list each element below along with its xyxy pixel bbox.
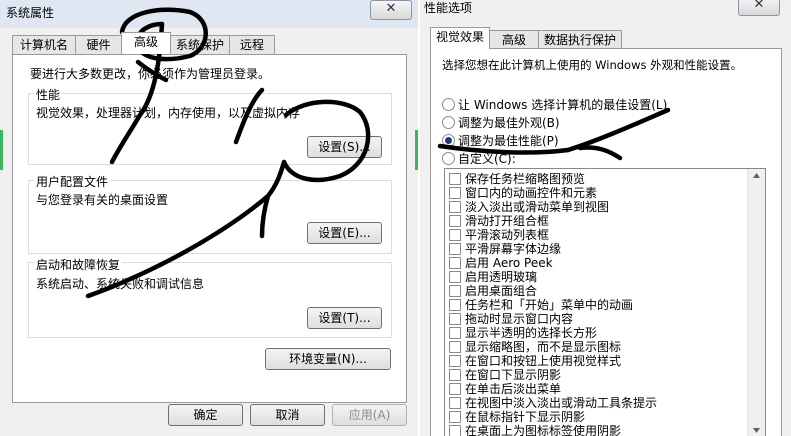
scribble-stroke [437,143,571,155]
scribble-stroke [135,59,169,83]
tab-advanced[interactable]: 高级 [121,32,171,54]
tab-visual-effects[interactable]: 视觉效果 [430,27,490,49]
scribble-stroke [565,107,671,153]
scribble-stroke [577,145,623,161]
scribble-stroke [281,99,371,183]
scribble-stroke [85,159,287,299]
scribble-annotations [85,7,671,299]
scribble-stroke [233,87,265,145]
